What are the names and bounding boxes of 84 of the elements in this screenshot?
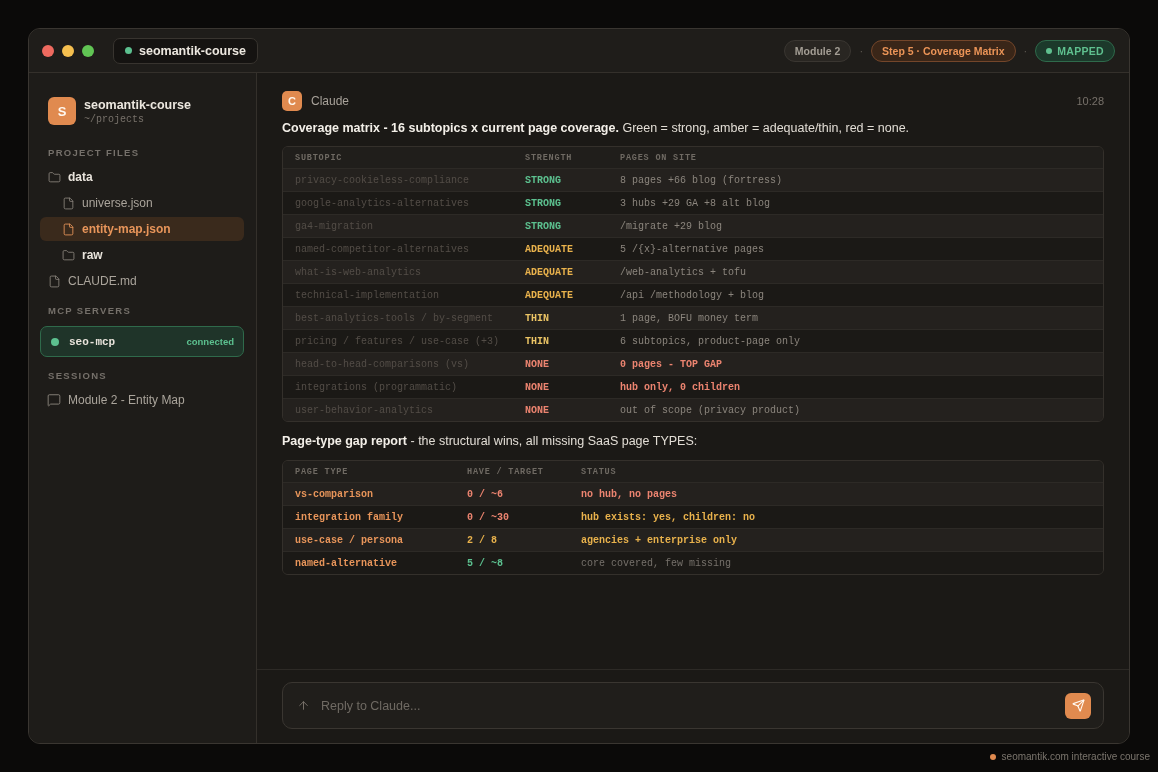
- step-badge: Step 5 · Coverage Matrix: [871, 39, 1016, 62]
- file-item[interactable]: universe.json: [40, 191, 244, 215]
- project-tab[interactable]: seomantik-course: [113, 37, 258, 64]
- table-cell: /api /methodology + blog: [620, 289, 765, 301]
- table-cell: integration family: [295, 511, 404, 523]
- folder-icon: [62, 248, 75, 262]
- table-cell: 0 / ~30: [467, 511, 509, 523]
- table-cell: agencies + enterprise only: [581, 534, 738, 546]
- column-header: STATUS: [581, 466, 617, 477]
- table-cell: named-alternative: [295, 557, 398, 569]
- table-cell: vs-comparison: [295, 488, 373, 500]
- file-icon: [62, 222, 75, 236]
- table-cell: 2 / 8: [467, 534, 497, 546]
- folder-item[interactable]: raw: [40, 243, 244, 267]
- table-cell: hub exists: yes, children: no: [581, 511, 756, 523]
- table-cell: 1 page, BOFU money term: [620, 312, 759, 324]
- table-cell: out of scope (privacy product): [620, 404, 801, 416]
- message-text: Page-type gap report - the structural wins, all missing SaaS page TYPES:: [282, 433, 699, 449]
- column-header: SUBTOPIC: [295, 152, 343, 163]
- table-cell: /migrate +29 blog: [620, 220, 723, 232]
- table-cell: THIN: [525, 312, 549, 324]
- author-avatar: C: [282, 91, 302, 111]
- table-cell: hub only, 0 children: [620, 381, 741, 393]
- table-cell: 6 subtopics, product-page only: [620, 335, 801, 347]
- folder-item[interactable]: data: [40, 165, 244, 189]
- window-maximize-button[interactable]: [82, 44, 94, 57]
- section-label: MCP SERVERS: [47, 305, 133, 316]
- table-cell: THIN: [525, 335, 549, 347]
- window-minimize-button[interactable]: [62, 44, 74, 57]
- table-cell: 8 pages +66 blog (fortress): [620, 174, 783, 186]
- table-cell: 3 hubs +29 GA +8 alt blog: [620, 197, 771, 209]
- section-label: SESSIONS: [47, 370, 108, 381]
- table-cell: /web-analytics + tofu: [620, 266, 747, 278]
- table-cell: STRONG: [525, 220, 561, 232]
- section-label: PROJECT FILES: [47, 147, 141, 158]
- window-close-button[interactable]: [42, 44, 54, 57]
- module-badge: Module 2: [783, 39, 852, 62]
- table-cell: 5 /{x}-alternative pages: [620, 243, 765, 255]
- reply-field[interactable]: Reply to Claude...: [282, 682, 1104, 729]
- column-header: PAGES ON SITE: [620, 152, 697, 163]
- file-icon: [48, 274, 61, 288]
- column-header: PAGE TYPE: [295, 466, 349, 477]
- table-cell: no hub, no pages: [581, 488, 677, 500]
- table-cell: ADEQUATE: [525, 289, 573, 301]
- project-name: seomantik-course: [84, 97, 191, 112]
- separator-dot: ·: [1022, 44, 1029, 57]
- table-cell: NONE: [525, 358, 549, 370]
- table-cell: use-case / persona: [295, 534, 404, 546]
- file-item[interactable]: entity-map.json: [40, 217, 244, 241]
- status-text: MAPPED: [1057, 44, 1104, 57]
- server-status: connected: [186, 336, 234, 347]
- table-cell: 5 / ~8: [467, 557, 503, 569]
- project-path: ~/projects: [84, 113, 145, 125]
- message-time: 10:28: [1076, 95, 1104, 107]
- chat-bubble-icon: [47, 393, 61, 407]
- send-icon: [1071, 699, 1085, 712]
- message-text: Coverage matrix - 16 subtopics x current page coverage. Green = strong, amber = adequate/thin, red = none.: [282, 120, 911, 136]
- send-button[interactable]: [1065, 692, 1091, 719]
- table-cell: NONE: [525, 381, 549, 393]
- footer-text: seomantik.com interactive course: [1001, 751, 1150, 762]
- separator-dot: ·: [858, 44, 865, 57]
- table-cell: 0 / ~6: [467, 488, 503, 500]
- session-item[interactable]: Module 2 - Entity Map: [40, 388, 244, 412]
- table-cell: NONE: [525, 404, 549, 416]
- table-cell: core covered, few missing: [581, 557, 732, 569]
- author-name: Claude: [311, 94, 350, 108]
- status-dot-icon: [125, 47, 132, 54]
- column-header: STRENGTH: [525, 152, 573, 163]
- status-dot-icon: [1046, 47, 1053, 54]
- reply-input[interactable]: Reply to Claude...: [319, 694, 1056, 717]
- project-avatar: S: [48, 97, 76, 125]
- folder-icon: [48, 170, 61, 184]
- status-dot-icon: [51, 337, 59, 346]
- table-cell: 0 pages - TOP GAP: [620, 358, 723, 370]
- table-cell: ADEQUATE: [525, 266, 573, 278]
- column-header: HAVE / TARGET: [467, 466, 544, 477]
- server-name: seo-mcp: [69, 335, 116, 348]
- file-item[interactable]: CLAUDE.md: [40, 269, 244, 293]
- table-cell: STRONG: [525, 174, 561, 186]
- footer-dot-icon: [989, 753, 996, 760]
- file-icon: [62, 196, 75, 210]
- table-cell: ADEQUATE: [525, 243, 573, 255]
- arrow-up-icon: [297, 699, 310, 712]
- table-cell: STRONG: [525, 197, 561, 209]
